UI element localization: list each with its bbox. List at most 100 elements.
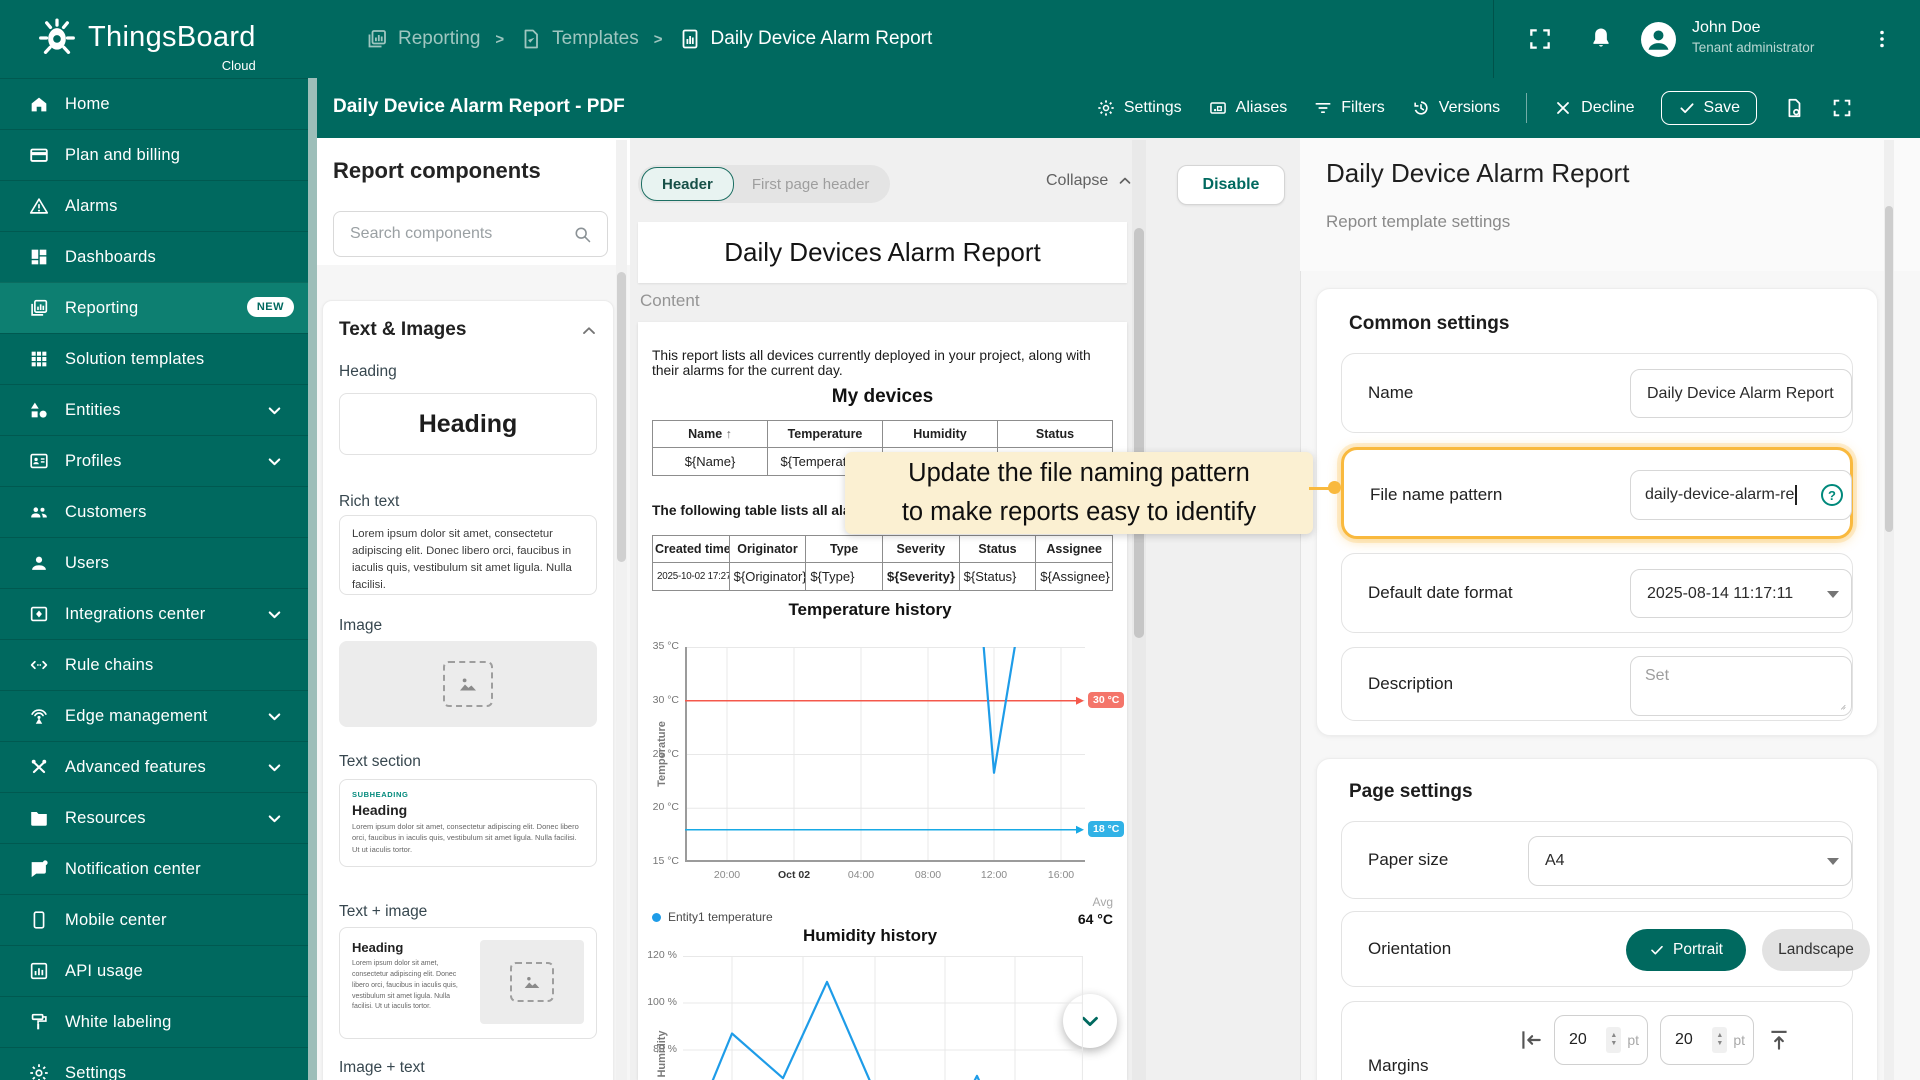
- column-header[interactable]: Temperature: [767, 420, 883, 448]
- tooltip-connector-dot: [1328, 481, 1341, 494]
- components-scrollbar-thumb[interactable]: [617, 272, 626, 562]
- component-text-image[interactable]: Heading Lorem ipsum dolor sit amet, cons…: [339, 927, 597, 1039]
- column-header[interactable]: Status: [997, 420, 1113, 448]
- help-icon[interactable]: ?: [1821, 484, 1843, 506]
- sidebar-item-reporting[interactable]: Reporting NEW: [0, 282, 308, 333]
- sidebar-item-entities[interactable]: Entities: [0, 384, 308, 435]
- file-name-pattern-input[interactable]: daily-device-alarm-re ?: [1630, 470, 1852, 520]
- white-labeling-icon: [28, 1011, 50, 1033]
- edge-icon: [28, 705, 50, 727]
- component-label-imagetext: Image + text: [339, 1059, 425, 1076]
- components-panel-title: Report components: [333, 158, 541, 183]
- margin-input-2[interactable]: 20 ▲ ▼ pt: [1660, 1015, 1754, 1065]
- sidebar-item-integrations-center[interactable]: Integrations center: [0, 588, 308, 639]
- column-header[interactable]: Humidity: [882, 420, 998, 448]
- column-header[interactable]: Originator: [728, 535, 807, 563]
- rule-chains-icon: [28, 654, 50, 676]
- paper-size-select[interactable]: A4: [1528, 836, 1852, 886]
- sidebar-item-profiles[interactable]: Profiles: [0, 435, 308, 486]
- user-info[interactable]: John Doe Tenant administrator: [1692, 18, 1814, 56]
- settings-scrollbar-thumb[interactable]: [1885, 206, 1893, 532]
- fullscreen-icon[interactable]: [1527, 26, 1553, 52]
- generate-report-icon[interactable]: [1783, 97, 1805, 119]
- aggregation-value: 64 °C: [1077, 911, 1113, 927]
- sidebar-item-solution-templates[interactable]: Solution templates: [0, 333, 308, 384]
- landscape-button[interactable]: Landscape: [1762, 929, 1870, 971]
- tab-first-page-header[interactable]: First page header: [734, 176, 888, 193]
- sidebar-item-white-labeling[interactable]: White labeling: [0, 996, 308, 1047]
- component-rich-text[interactable]: Lorem ipsum dolor sit amet, consectetur …: [339, 515, 597, 595]
- breadcrumb-item-daily-device-alarm-report[interactable]: Daily Device Alarm Report: [678, 27, 932, 51]
- y-axis-tick: 15 °C: [652, 855, 679, 867]
- sidebar-item-dashboards[interactable]: Dashboards: [0, 231, 308, 282]
- column-header[interactable]: Assignee: [1035, 535, 1113, 563]
- expand-fullscreen-icon[interactable]: [1831, 97, 1853, 119]
- sidebar-item-advanced-features[interactable]: Advanced features: [0, 741, 308, 792]
- search-input[interactable]: [348, 224, 572, 244]
- sidebar-item-alarms[interactable]: Alarms: [0, 180, 308, 231]
- preview-scrollbar-thumb[interactable]: [1134, 228, 1144, 638]
- portrait-button[interactable]: Portrait: [1626, 929, 1746, 971]
- collapse-button[interactable]: Collapse: [1046, 172, 1134, 190]
- sidebar-item-notification-center[interactable]: Notification center: [0, 843, 308, 894]
- description-textarea[interactable]: Set: [1630, 656, 1852, 716]
- sidebar-item-resources[interactable]: Resources: [0, 792, 308, 843]
- chart-legend[interactable]: Entity1 temperature: [652, 910, 773, 924]
- component-image[interactable]: [339, 641, 597, 727]
- column-header[interactable]: Type: [805, 535, 883, 563]
- component-heading[interactable]: Heading: [339, 393, 597, 455]
- tab-header[interactable]: Header: [641, 167, 734, 201]
- versions-button[interactable]: Versions: [1411, 98, 1500, 118]
- avatar[interactable]: [1641, 22, 1676, 57]
- sidebar-item-api-usage[interactable]: API usage: [0, 945, 308, 996]
- chevron-up-icon[interactable]: [579, 321, 599, 341]
- sidebar-item-settings[interactable]: Settings: [0, 1047, 308, 1080]
- kebab-menu-icon[interactable]: [1870, 26, 1894, 52]
- filters-button[interactable]: Filters: [1313, 98, 1385, 118]
- sidebar-item-edge-management[interactable]: Edge management: [0, 690, 308, 741]
- sidebar-item-mobile-center[interactable]: Mobile center: [0, 894, 308, 945]
- disable-button[interactable]: Disable: [1177, 165, 1285, 205]
- content-section-label: Content: [640, 291, 700, 310]
- name-input[interactable]: Daily Device Alarm Report: [1630, 369, 1852, 418]
- x-axis-tick: 08:00: [914, 869, 942, 881]
- decline-button[interactable]: Decline: [1553, 98, 1635, 118]
- margin-input-1[interactable]: 20 ▲ ▼ pt: [1554, 1015, 1648, 1065]
- image-placeholder-icon: [443, 661, 493, 707]
- component-label-textimage: Text + image: [339, 903, 428, 920]
- sidebar-item-users[interactable]: Users: [0, 537, 308, 588]
- component-text-section[interactable]: SUBHEADING Heading Lorem ipsum dolor sit…: [339, 779, 597, 867]
- component-label-heading: Heading: [339, 363, 397, 380]
- resize-handle-icon[interactable]: [1837, 701, 1847, 711]
- breadcrumb-item-reporting[interactable]: Reporting: [365, 27, 480, 51]
- column-header[interactable]: Created time ↓: [652, 535, 730, 563]
- breadcrumb-item-templates[interactable]: Templates: [519, 27, 639, 51]
- settings-button[interactable]: Settings: [1096, 98, 1182, 118]
- name-label: Name: [1368, 383, 1414, 402]
- number-stepper[interactable]: ▲ ▼: [1712, 1027, 1728, 1053]
- sidebar-item-home[interactable]: Home: [0, 78, 308, 129]
- sidebar-item-customers[interactable]: Customers: [0, 486, 308, 537]
- report-header-block[interactable]: Daily Devices Alarm Report: [638, 222, 1127, 283]
- save-button[interactable]: Save: [1660, 91, 1757, 125]
- sidebar-scrollbar[interactable]: [308, 78, 317, 1080]
- sidebar-item-label: Users: [65, 553, 110, 572]
- image-placeholder-icon: [510, 962, 554, 1002]
- sidebar-item-rule-chains[interactable]: Rule chains: [0, 639, 308, 690]
- notifications-bell-icon[interactable]: [1588, 25, 1614, 51]
- x-axis-tick: 16:00: [1047, 869, 1075, 881]
- name-field-row: Name Daily Device Alarm Report: [1341, 353, 1853, 433]
- file-name-pattern-row: File name pattern daily-device-alarm-re …: [1341, 447, 1853, 539]
- aliases-button[interactable]: Aliases: [1208, 98, 1287, 118]
- brand-logo[interactable]: ThingsBoard Cloud: [34, 14, 256, 73]
- column-header[interactable]: Status: [958, 535, 1037, 563]
- x-axis-tick: 12:00: [980, 869, 1008, 881]
- component-label-textsection: Text section: [339, 753, 421, 770]
- components-search[interactable]: [333, 211, 608, 257]
- thingsboard-bug-icon: [34, 14, 80, 60]
- number-stepper[interactable]: ▲ ▼: [1606, 1027, 1622, 1053]
- column-header[interactable]: Name ↑: [652, 420, 768, 448]
- column-header[interactable]: Severity: [881, 535, 960, 563]
- sidebar-item-plan-and-billing[interactable]: Plan and billing: [0, 129, 308, 180]
- date-format-select[interactable]: 2025-08-14 11:17:11: [1630, 569, 1852, 618]
